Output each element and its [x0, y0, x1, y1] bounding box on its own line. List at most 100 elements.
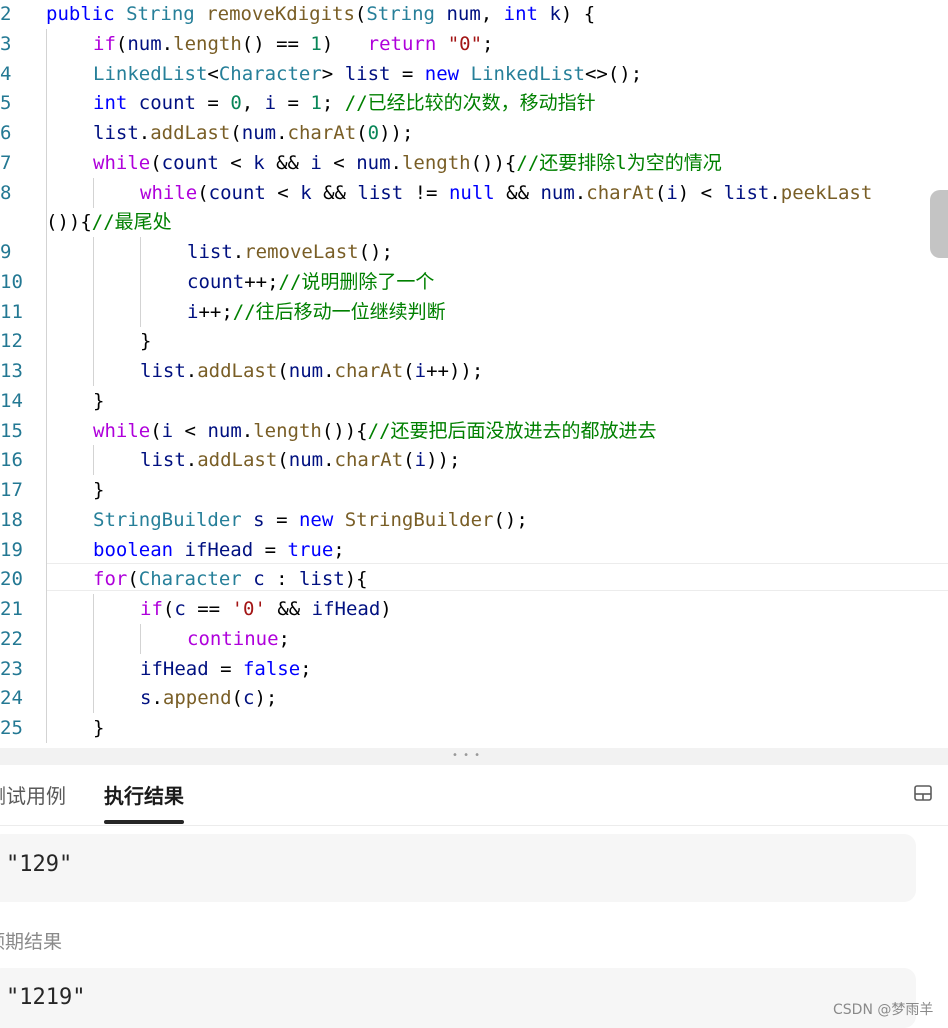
code-token: num [288, 360, 324, 382]
tab-result[interactable]: 执行结果 [104, 782, 184, 810]
line-number: 14 [0, 389, 23, 412]
indent-guide [46, 237, 47, 267]
code-line: 8 while(count < k && list != null && num.… [0, 177, 948, 208]
code-token: && [265, 598, 312, 620]
expected-label: 预期结果 [0, 931, 63, 953]
code-token: )); [379, 122, 414, 144]
code-text: ()){//最尾处 [46, 207, 172, 237]
tab-testcase[interactable]: 测试用例 [0, 782, 66, 810]
code-token: < [218, 151, 254, 174]
code-token: int [503, 3, 538, 25]
code-token: . [769, 181, 781, 204]
code-token: } [93, 717, 105, 739]
line-number: 10 [0, 270, 23, 293]
code-token: > [321, 62, 345, 85]
code-token: ( [230, 122, 242, 144]
result-tabs: 测试用例 执行结果 [0, 765, 948, 826]
indent-guide [93, 445, 94, 476]
code-line: 2 public String removeKdigits(String num,… [0, 0, 948, 29]
code-text: list.addLast(num.charAt(0)); [93, 118, 413, 148]
code-editor[interactable]: 2 public String removeKdigits(String num,… [0, 0, 948, 748]
indent-guide [46, 683, 47, 714]
panel-resize-handle[interactable]: • • • [0, 748, 948, 765]
line-number: 2 [0, 3, 12, 25]
code-line: 24 s.append(c); [0, 683, 948, 714]
line-number: 5 [0, 92, 12, 115]
indent-guide [46, 564, 47, 595]
code-text: LinkedList<Character> list = new LinkedL… [93, 59, 642, 89]
line-number: 8 [0, 181, 12, 204]
indent-guide [46, 296, 47, 327]
code-token: <>(); [584, 62, 643, 85]
line-number: 9 [0, 241, 12, 263]
code-token: = [264, 508, 299, 531]
code-token: 0 [367, 122, 380, 144]
indent-guide [46, 623, 47, 654]
code-token: num [356, 151, 391, 174]
code-token: ( [277, 360, 289, 382]
watermark: CSDN @梦雨羊 [833, 1002, 934, 1018]
code-token: s [140, 687, 152, 710]
indent-guide [93, 296, 94, 327]
code-token: String [126, 3, 195, 25]
code-token: list [344, 62, 391, 85]
indent-guide [93, 683, 94, 714]
code-token: true [287, 538, 334, 561]
code-text: count++;//说明删除了一个 [187, 267, 434, 297]
panel-layout-icon[interactable] [913, 783, 933, 803]
line-number: 18 [0, 508, 23, 531]
drag-dots-icon: • • • [452, 750, 482, 761]
code-token: count [208, 181, 266, 204]
code-token: c [243, 687, 255, 710]
code-token: . [161, 32, 174, 55]
code-token: (); [493, 508, 528, 531]
code-token: new [298, 508, 334, 531]
line-number: 11 [0, 300, 23, 323]
code-token: . [241, 419, 254, 442]
code-token: null [448, 181, 495, 204]
code-line: 22 continue; [0, 623, 948, 654]
code-token: i [187, 300, 199, 323]
expected-box: "1219" [0, 968, 916, 1028]
code-token: . [276, 122, 288, 144]
code-token: length [253, 419, 322, 442]
code-token: while [93, 151, 151, 174]
code-token: k [549, 3, 561, 25]
indent-guide [93, 237, 94, 267]
code-token: ( [654, 181, 667, 204]
code-token: String [366, 3, 435, 25]
code-token: , [241, 92, 265, 115]
indent-guide [93, 594, 94, 624]
line-number: 17 [0, 479, 23, 501]
code-text: int count = 0, i = 1; //已经比较的次数，移动指针 [93, 88, 596, 118]
code-token: ( [403, 449, 415, 472]
code-token: i [414, 449, 427, 472]
code-token: && [264, 151, 311, 174]
code-text: } [93, 475, 104, 505]
output-value: "129" [6, 852, 73, 877]
code-text: boolean ifHead = true; [93, 535, 345, 565]
code-token: charAt [334, 360, 404, 382]
code-token: num [127, 32, 162, 55]
code-token: ++; [244, 270, 279, 293]
code-text: StringBuilder s = new StringBuilder(); [93, 505, 528, 535]
indent-guide [46, 475, 47, 505]
code-token: boolean [93, 538, 174, 561]
code-token: return [367, 32, 437, 55]
code-token: . [138, 122, 151, 144]
code-line: 5 int count = 0, i = 1; //已经比较的次数，移动指针 [0, 88, 948, 119]
indent-guide [140, 296, 141, 327]
code-line: 12} [0, 326, 948, 357]
indent-guide [46, 356, 47, 386]
code-token: ; [300, 657, 312, 680]
scrollbar-handle[interactable] [930, 190, 948, 258]
indent-guide [93, 653, 94, 684]
code-token: ( [277, 449, 289, 472]
code-token: charAt [334, 449, 404, 472]
code-token: , [480, 3, 504, 25]
line-number: 24 [0, 687, 23, 710]
